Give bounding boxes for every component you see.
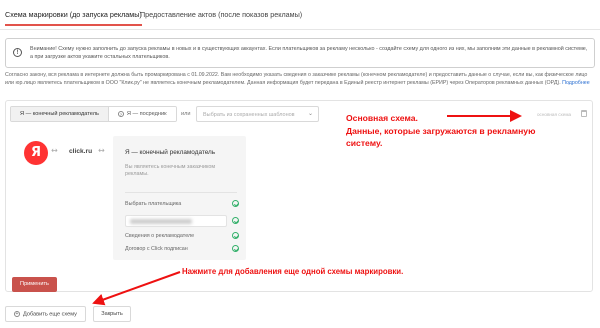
main-scheme-label: основная схема (537, 112, 572, 117)
trash-icon[interactable] (581, 110, 587, 117)
double-arrow-icon: ↔ (51, 146, 58, 155)
payer-input[interactable] (125, 215, 227, 227)
role-option-intermediary-label: Я — посредник (126, 111, 167, 117)
annotation-main-scheme: Основная схема. Данные, которые загружаю… (346, 112, 535, 150)
clickru-label: click.ru (69, 148, 93, 155)
close-button[interactable]: Закрыть (93, 306, 131, 322)
yandex-logo: Я (24, 141, 48, 165)
advertiser-info-label[interactable]: Сведения о рекламодателе (125, 233, 194, 239)
double-arrow-icon: ↔ (98, 146, 105, 155)
role-option-intermediary[interactable]: ? Я — посредник (108, 107, 176, 121)
advertiser-panel: Я — конечный рекламодатель Вы являетесь … (113, 136, 246, 260)
plus-circle-icon: + (14, 310, 21, 317)
template-placeholder: Выбрать из сохраненных шаблонов (203, 112, 295, 118)
payer-label: Выбрать плательщика (125, 201, 182, 207)
blurred-value (130, 219, 192, 224)
check-circle-icon (232, 245, 239, 252)
more-link[interactable]: Подробнее (562, 80, 589, 86)
tab-acts[interactable]: Предоставление актов (после показов рекл… (140, 10, 302, 19)
alert-text: Внимание! Схему нужно заполнить до запус… (30, 46, 588, 60)
divider (125, 192, 237, 193)
question-circle-icon: ? (117, 110, 124, 117)
tab-marking-scheme[interactable]: Схема маркировки (до запуска рекламы) (5, 10, 142, 26)
apply-button[interactable]: Применить (12, 277, 57, 292)
role-selector: Я — конечный рекламодатель ? Я — посредни… (10, 106, 177, 122)
or-label: или (181, 111, 191, 117)
annotation-line: Данные, которые загружаются в рекламную (346, 125, 536, 136)
advertiser-description: Вы являетесь конечным заказчиком рекламы… (125, 164, 216, 178)
law-text: Согласно закону, вся реклама в интернете… (5, 72, 588, 86)
warning-alert: ! Внимание! Схему нужно заполнить до зап… (5, 38, 595, 68)
tab-bar: Схема маркировки (до запуска рекламы) Пр… (0, 0, 600, 30)
exclamation-circle-icon: ! (13, 48, 22, 57)
check-circle-icon (232, 217, 239, 224)
annotation-line: систему. (346, 138, 383, 148)
chevron-down-icon: ⌄ (307, 111, 313, 117)
law-notice: Согласно закону, вся реклама в интернете… (5, 72, 595, 87)
contract-label[interactable]: Договор с Click подписан (125, 246, 188, 252)
annotation-line: Основная схема. (346, 113, 418, 123)
advertiser-title: Я — конечный рекламодатель (125, 149, 216, 156)
template-dropdown[interactable]: Выбрать из сохраненных шаблонов ⌄ (196, 106, 319, 122)
add-scheme-button[interactable]: + Добавить еще схему (5, 306, 86, 322)
role-option-advertiser-label: Я — конечный рекламодатель (20, 111, 99, 117)
check-circle-icon (232, 232, 239, 239)
add-scheme-label: Добавить еще схему (23, 311, 77, 318)
role-option-advertiser[interactable]: Я — конечный рекламодатель (11, 107, 109, 121)
annotation-add-scheme: Нажмите для добавления еще одной схемы м… (182, 267, 404, 276)
check-circle-icon (232, 200, 239, 207)
